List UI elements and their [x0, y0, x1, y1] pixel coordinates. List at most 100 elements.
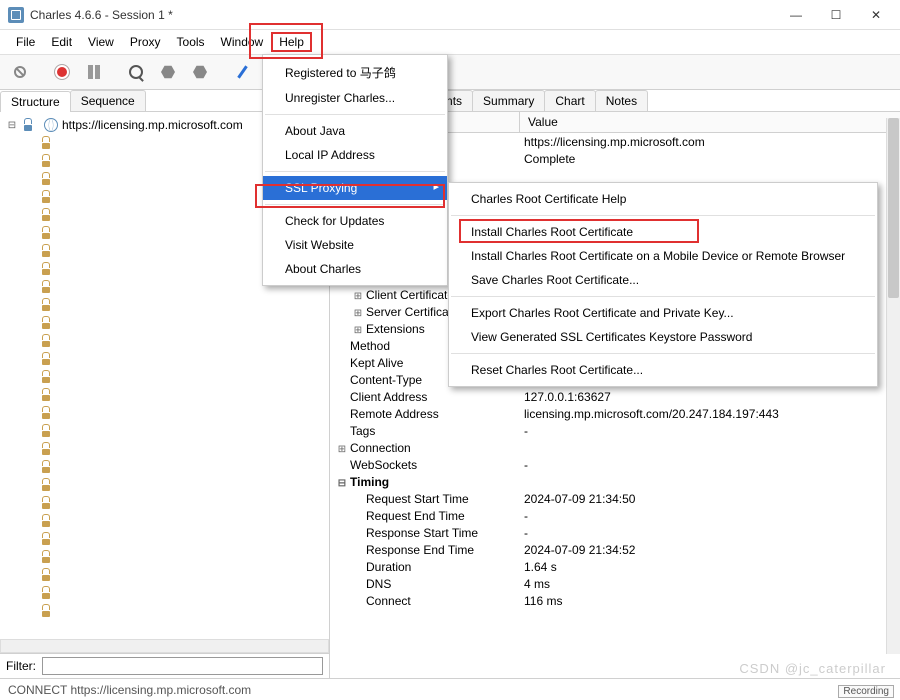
menu-ssl-proxying[interactable]: SSL Proxying	[263, 176, 447, 200]
tab-chart[interactable]: Chart	[544, 90, 595, 111]
menu-visit-website[interactable]: Visit Website	[263, 233, 447, 257]
compose-button[interactable]	[228, 58, 256, 86]
tree-request-node[interactable]	[2, 476, 327, 494]
menu-reset-root-cert[interactable]: Reset Charles Root Certificate...	[449, 358, 877, 382]
tree-request-node[interactable]	[2, 548, 327, 566]
record-button[interactable]	[48, 58, 76, 86]
lock-icon	[40, 461, 54, 473]
tree-request-node[interactable]	[2, 602, 327, 620]
menu-tools[interactable]: Tools	[169, 32, 213, 52]
clear-session-button[interactable]	[6, 58, 34, 86]
tree-request-node[interactable]	[2, 566, 327, 584]
menu-local-ip[interactable]: Local IP Address	[263, 143, 447, 167]
row-value: 2024-07-09 21:34:50	[520, 492, 900, 506]
menu-export-root-cert[interactable]: Export Charles Root Certificate and Priv…	[449, 301, 877, 325]
tree-request-node[interactable]	[2, 494, 327, 512]
tab-sequence[interactable]: Sequence	[70, 90, 146, 111]
menu-bar: File Edit View Proxy Tools Window Help	[0, 30, 900, 54]
globe-icon	[44, 118, 58, 132]
menu-ssl-help[interactable]: Charles Root Certificate Help	[449, 187, 877, 211]
horizontal-scrollbar[interactable]	[0, 639, 329, 653]
menu-separator	[265, 204, 445, 205]
menu-proxy[interactable]: Proxy	[122, 32, 169, 52]
menu-file[interactable]: File	[8, 32, 43, 52]
tree-request-node[interactable]	[2, 314, 327, 332]
hex-icon	[161, 65, 175, 79]
lock-icon	[40, 155, 54, 167]
menu-view[interactable]: View	[80, 32, 122, 52]
collapse-icon[interactable]: ⊟	[6, 120, 18, 131]
lock-icon	[40, 137, 54, 149]
expand-icon[interactable]: ⊞	[352, 308, 364, 319]
tree-request-node[interactable]	[2, 584, 327, 602]
scrollbar-thumb[interactable]	[888, 118, 899, 298]
tree-request-node[interactable]	[2, 296, 327, 314]
expand-icon[interactable]: ⊞	[336, 444, 348, 455]
status-text: CONNECT https://licensing.mp.microsoft.c…	[8, 683, 251, 697]
lock-icon	[40, 605, 54, 617]
menu-separator	[265, 114, 445, 115]
lock-icon	[40, 443, 54, 455]
tree-request-node[interactable]	[2, 368, 327, 386]
row-value: https://licensing.mp.microsoft.com	[520, 135, 900, 149]
menu-unregister[interactable]: Unregister Charles...	[263, 86, 447, 110]
menu-registered-to[interactable]: Registered to 马子鸽	[263, 59, 447, 86]
tree-request-node[interactable]	[2, 530, 327, 548]
tab-summary[interactable]: Summary	[472, 90, 545, 111]
menu-check-updates[interactable]: Check for Updates	[263, 209, 447, 233]
lock-icon	[40, 281, 54, 293]
tree-request-node[interactable]	[2, 458, 327, 476]
tree-request-node[interactable]	[2, 422, 327, 440]
hex-button-2[interactable]	[186, 58, 214, 86]
row-value: 116 ms	[520, 594, 900, 608]
hex-button[interactable]	[154, 58, 182, 86]
minimize-button[interactable]: —	[776, 0, 816, 30]
lock-icon	[40, 479, 54, 491]
expand-icon[interactable]: ⊞	[352, 325, 364, 336]
lock-icon	[40, 407, 54, 419]
row-label: Duration	[330, 560, 520, 574]
menu-about-charles[interactable]: About Charles	[263, 257, 447, 281]
lock-icon	[40, 317, 54, 329]
tree-request-node[interactable]	[2, 404, 327, 422]
row-label: Client Certificates	[366, 288, 460, 302]
throttle-button[interactable]	[80, 58, 108, 86]
menu-about-java[interactable]: About Java	[263, 119, 447, 143]
lock-icon	[40, 335, 54, 347]
tab-notes[interactable]: Notes	[595, 90, 648, 111]
tree-request-node[interactable]	[2, 512, 327, 530]
tree-request-node[interactable]	[2, 332, 327, 350]
row-label: Client Address	[330, 390, 520, 404]
menu-edit[interactable]: Edit	[43, 32, 80, 52]
filter-label: Filter:	[6, 659, 36, 673]
menu-window[interactable]: Window	[213, 32, 272, 52]
row-label: Request Start Time	[330, 492, 520, 506]
col-value: Value	[520, 112, 566, 132]
collapse-icon[interactable]: ⊟	[336, 478, 348, 489]
pen-icon	[237, 65, 247, 78]
menu-view-keystore-pass[interactable]: View Generated SSL Certificates Keystore…	[449, 325, 877, 349]
row-label: Response End Time	[330, 543, 520, 557]
row-label: Tags	[330, 424, 520, 438]
menu-install-root-cert[interactable]: Install Charles Root Certificate	[449, 220, 877, 244]
tree-request-node[interactable]	[2, 386, 327, 404]
close-button[interactable]: ✕	[856, 0, 896, 30]
hex-icon	[193, 65, 207, 79]
tab-structure[interactable]: Structure	[0, 91, 71, 112]
row-value: licensing.mp.microsoft.com/20.247.184.19…	[520, 407, 900, 421]
menu-save-root-cert[interactable]: Save Charles Root Certificate...	[449, 268, 877, 292]
row-value: 2024-07-09 21:34:52	[520, 543, 900, 557]
row-value: 127.0.0.1:63627	[520, 390, 900, 404]
menu-install-root-cert-mobile[interactable]: Install Charles Root Certificate on a Mo…	[449, 244, 877, 268]
menu-help[interactable]: Help	[271, 32, 312, 52]
app-icon	[8, 7, 24, 23]
tree-request-node[interactable]	[2, 440, 327, 458]
expand-icon[interactable]: ⊞	[352, 291, 364, 302]
filter-input[interactable]	[42, 657, 323, 675]
pause-icon	[88, 65, 100, 79]
maximize-button[interactable]: ☐	[816, 0, 856, 30]
toolbar	[0, 54, 900, 90]
find-button[interactable]	[122, 58, 150, 86]
vertical-scrollbar[interactable]	[886, 118, 900, 654]
tree-request-node[interactable]	[2, 350, 327, 368]
